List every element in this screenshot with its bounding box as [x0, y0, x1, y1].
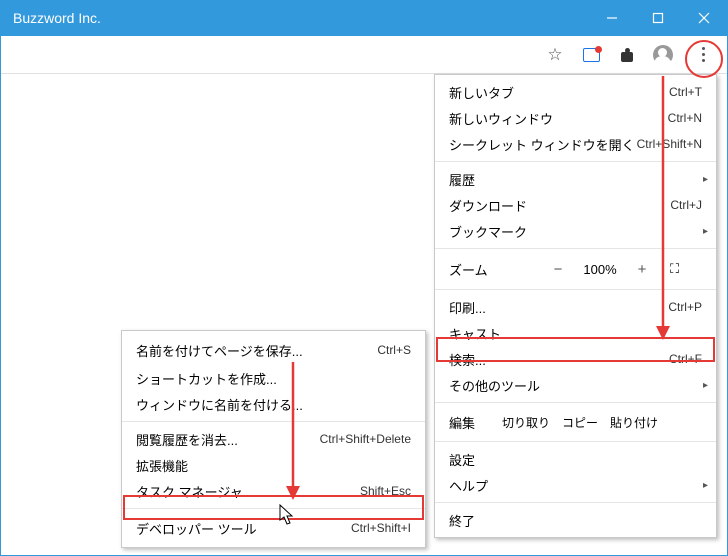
clear-data-accel: Ctrl+Shift+Delete — [320, 432, 411, 446]
new-tab-label: 新しいタブ — [449, 83, 669, 102]
main-menu: 新しいタブ Ctrl+T 新しいウィンドウ Ctrl+N シークレット ウィンド… — [434, 74, 717, 538]
submenu-item-developer-tools[interactable]: デベロッパー ツール Ctrl+Shift+I — [122, 513, 425, 543]
minimize-button[interactable] — [589, 0, 635, 36]
chevron-right-icon: ▸ — [703, 380, 708, 391]
new-incognito-label: シークレット ウィンドウを開く — [449, 135, 637, 154]
menu-item-edit: 編集 切り取り コピー 貼り付け — [435, 407, 716, 437]
find-accel: Ctrl+F — [669, 352, 702, 366]
cut-button[interactable]: 切り取り — [499, 414, 553, 431]
menu-separator — [122, 421, 425, 422]
help-label: ヘルプ — [449, 476, 702, 495]
menu-separator — [435, 502, 716, 503]
save-as-accel: Ctrl+S — [377, 343, 411, 357]
downloads-label: ダウンロード — [449, 196, 670, 215]
menu-separator — [435, 248, 716, 249]
submenu-item-create-shortcut[interactable]: ショートカットを作成... — [122, 365, 425, 391]
settings-label: 設定 — [449, 450, 702, 469]
bookmarks-label: ブックマーク — [449, 222, 702, 241]
paste-button[interactable]: 貼り付け — [607, 414, 661, 431]
zoom-label: ズーム — [449, 260, 537, 279]
maximize-button[interactable] — [635, 0, 681, 36]
menu-item-print[interactable]: 印刷... Ctrl+P — [435, 294, 716, 320]
browser-toolbar: ☆ — [1, 36, 727, 74]
new-window-accel: Ctrl+N — [668, 111, 702, 125]
submenu-item-clear-browsing-data[interactable]: 閲覧履歴を消去... Ctrl+Shift+Delete — [122, 426, 425, 452]
menu-item-bookmarks[interactable]: ブックマーク ▸ — [435, 218, 716, 244]
submenu-item-save-as[interactable]: 名前を付けてページを保存... Ctrl+S — [122, 335, 425, 365]
exit-label: 終了 — [449, 511, 702, 530]
more-tools-label: その他のツール — [449, 376, 702, 395]
save-as-label: 名前を付けてページを保存... — [136, 341, 377, 360]
new-tab-accel: Ctrl+T — [669, 85, 702, 99]
task-mgr-accel: Shift+Esc — [360, 484, 411, 498]
menu-separator — [435, 402, 716, 403]
shortcut-label: ショートカットを作成... — [136, 369, 411, 388]
zoom-value: 100% — [579, 262, 621, 277]
name-window-label: ウィンドウに名前を付ける... — [136, 395, 411, 414]
profile-avatar-icon[interactable] — [653, 45, 673, 65]
copy-button[interactable]: コピー — [553, 414, 607, 431]
chevron-right-icon: ▸ — [703, 174, 708, 185]
cast-label: キャスト... — [449, 324, 702, 343]
more-tools-submenu: 名前を付けてページを保存... Ctrl+S ショートカットを作成... ウィン… — [121, 330, 426, 548]
submenu-item-name-window[interactable]: ウィンドウに名前を付ける... — [122, 391, 425, 417]
new-window-label: 新しいウィンドウ — [449, 109, 668, 128]
extensions-label: 拡張機能 — [136, 456, 411, 475]
menu-item-new-incognito[interactable]: シークレット ウィンドウを開く Ctrl+Shift+N — [435, 131, 716, 157]
devtools-label: デベロッパー ツール — [136, 519, 351, 538]
chevron-right-icon: ▸ — [703, 226, 708, 237]
print-accel: Ctrl+P — [668, 300, 702, 314]
menu-item-more-tools[interactable]: その他のツール ▸ — [435, 372, 716, 398]
close-button[interactable] — [681, 0, 727, 36]
menu-item-settings[interactable]: 設定 — [435, 446, 716, 472]
menu-item-downloads[interactable]: ダウンロード Ctrl+J — [435, 192, 716, 218]
window-titlebar: Buzzword Inc. — [1, 0, 727, 36]
chevron-right-icon: ▸ — [703, 480, 708, 491]
menu-separator — [435, 161, 716, 162]
edit-label: 編集 — [449, 413, 499, 432]
menu-item-find[interactable]: 検索... Ctrl+F — [435, 346, 716, 372]
new-incognito-accel: Ctrl+Shift+N — [637, 137, 702, 151]
clear-data-label: 閲覧履歴を消去... — [136, 430, 320, 449]
menu-item-history[interactable]: 履歴 ▸ — [435, 166, 716, 192]
menu-item-zoom: ズーム − 100% + ⛶ — [435, 253, 716, 285]
menu-separator — [435, 289, 716, 290]
menu-item-help[interactable]: ヘルプ ▸ — [435, 472, 716, 498]
zoom-in-button[interactable]: + — [627, 261, 657, 278]
task-mgr-label: タスク マネージャ — [136, 482, 360, 501]
submenu-item-task-manager[interactable]: タスク マネージャ Shift+Esc — [122, 478, 425, 504]
reading-list-icon[interactable] — [581, 45, 601, 65]
find-label: 検索... — [449, 350, 669, 369]
mouse-cursor-icon — [279, 504, 295, 526]
history-label: 履歴 — [449, 170, 702, 189]
zoom-out-button[interactable]: − — [543, 261, 573, 278]
window-title: Buzzword Inc. — [13, 10, 589, 26]
submenu-item-extensions[interactable]: 拡張機能 — [122, 452, 425, 478]
downloads-accel: Ctrl+J — [670, 198, 702, 212]
devtools-accel: Ctrl+Shift+I — [351, 521, 411, 535]
menu-item-new-tab[interactable]: 新しいタブ Ctrl+T — [435, 79, 716, 105]
menu-item-exit[interactable]: 終了 — [435, 507, 716, 533]
menu-item-new-window[interactable]: 新しいウィンドウ Ctrl+N — [435, 105, 716, 131]
kebab-menu-button[interactable] — [689, 41, 717, 69]
menu-separator — [435, 441, 716, 442]
menu-separator — [122, 508, 425, 509]
bookmark-star-icon[interactable]: ☆ — [545, 45, 565, 65]
print-label: 印刷... — [449, 298, 668, 317]
fullscreen-button[interactable]: ⛶ — [663, 261, 685, 277]
menu-item-cast[interactable]: キャスト... — [435, 320, 716, 346]
extensions-icon[interactable] — [617, 45, 637, 65]
